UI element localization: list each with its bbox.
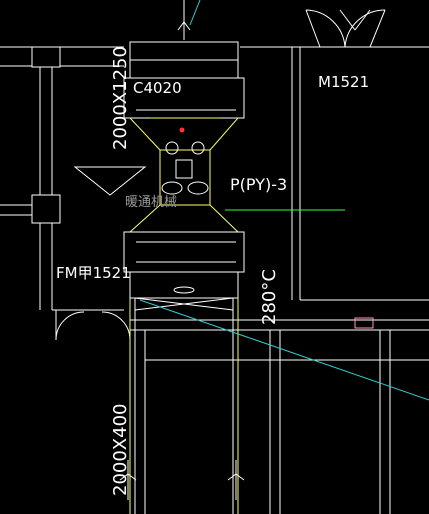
door-swing-icon: [305, 9, 386, 48]
flow-arrow-icon: [119, 460, 245, 500]
system-tag-label: P(PY)-3: [230, 175, 287, 194]
fan-section: [129, 117, 239, 233]
door-swing-icon: [55, 310, 131, 341]
flow-arrow-icon: [177, 0, 191, 40]
air-valve-tag-label: C4020: [133, 79, 182, 97]
door-fm1521-label: FM甲1521: [56, 264, 131, 282]
duct-bottom: [123, 231, 245, 514]
duct-size-bottom-label: 2000X400: [110, 404, 131, 497]
red-marker-icon: [179, 127, 185, 133]
door-m1521-label: M1521: [318, 73, 369, 91]
duct-size-top-label: 2000X1250: [110, 46, 131, 150]
cad-drawing-canvas[interactable]: 2000X1250 C4020 M1521 P(PY)-3 暖通机械 FM甲15…: [0, 0, 429, 514]
fire-damper-temp-label: 280°C: [259, 269, 280, 325]
cn-equipment-tag-label: 暖通机械: [125, 195, 177, 210]
section-marker-icon: [73, 166, 147, 196]
structural-columns: [31, 46, 61, 224]
